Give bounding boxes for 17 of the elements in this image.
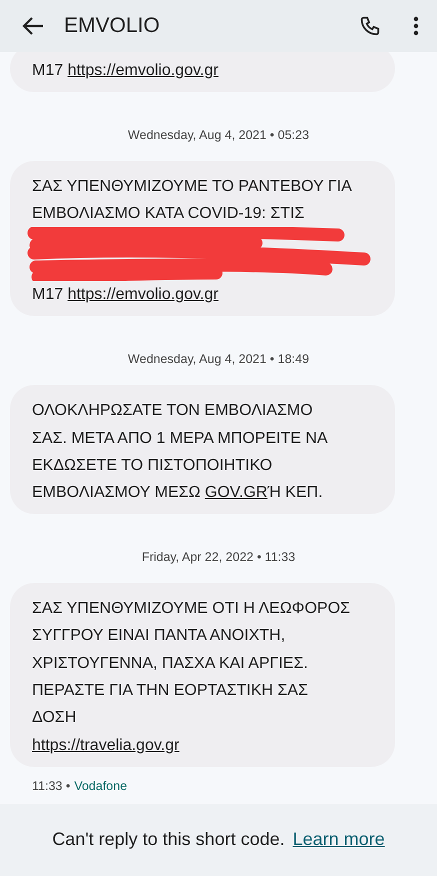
message-text: M17 https://emvolio.gov.gr <box>32 285 220 306</box>
date-label: Wednesday, Aug 4, 2021 • 05:23 <box>128 128 310 142</box>
carrier-name: Vodafone <box>74 778 128 795</box>
message-text: ΣΑΣ ΥΠΕΝΘΥΜΙΖΟΥΜΕ ΤΟ ΡΑΝΤΕΒΟΥ ΓΙΑ ΕΜΒΟΛΙΑΣΜΟ ΚΑΤΑ COVID-19: ΣΤΙΣ <box>32 176 353 224</box>
date-label: Friday, Apr 22, 2022 • 11:33 <box>142 550 296 564</box>
cannot-reply-notice: Can't reply to this short code. <box>52 828 285 852</box>
message-text: ΣΑΣ ΥΠΕΝΘΥΜΙΖΟΥΜΕ ΟΤΙ Η ΛΕΩΦΟΡΟΣ ΣΥΓΓΡΟΥ ΕΙΝΑΙ ΠΑΝΤΑ ΑΝΟΙΧΤΗ, ΧΡΙΣΤΟΥΓΕΝΝΑ, ΠΑΣΧΑ ΚΑΙ ΑΡΓΙΕΣ. ΠΕΡΑΣΤΕ ΓΙΑ ΤΗΝ ΕΟΡΤΑΣΤΙΚΗ ΣΑΣ ΔΟΣΗ https://travelia.gov.gr <box>32 599 352 756</box>
message-link[interactable]: GOV.GR <box>204 484 268 502</box>
message-text: M17 https://emvolio.gov.gr <box>32 60 220 81</box>
message-link[interactable]: https://emvolio.gov.gr <box>68 286 218 304</box>
message-link[interactable]: https://travelia.gov.gr <box>32 736 180 754</box>
message-text: ΟΛΟΚΛΗΡΩΣΑΤΕ ΤΟΝ ΕΜΒΟΛΙΑΣΜΟ ΣΑΣ. ΜΕΤΑ ΑΠΟ 1 ΜΕΡΑ ΜΠΟΡΕΙΤΕ ΝΑ ΕΚΔΩΣΕΤΕ ΤΟ ΠΙΣΤΟΠΟΙΗΤΙΚΟ ΕΜΒΟΛΙΑΣΜΟΥ ΜΕΣΩ GOV.GRΉ ΚΕΠ. <box>32 401 329 504</box>
conversation-title: EMVOLIO <box>64 13 161 39</box>
message-time: 11:33 • <box>32 778 70 795</box>
message-link[interactable]: https://emvolio.gov.gr <box>68 62 218 79</box>
learn-more-link[interactable]: Learn more <box>292 826 385 854</box>
date-label: Wednesday, Aug 4, 2021 • 18:49 <box>128 352 310 366</box>
